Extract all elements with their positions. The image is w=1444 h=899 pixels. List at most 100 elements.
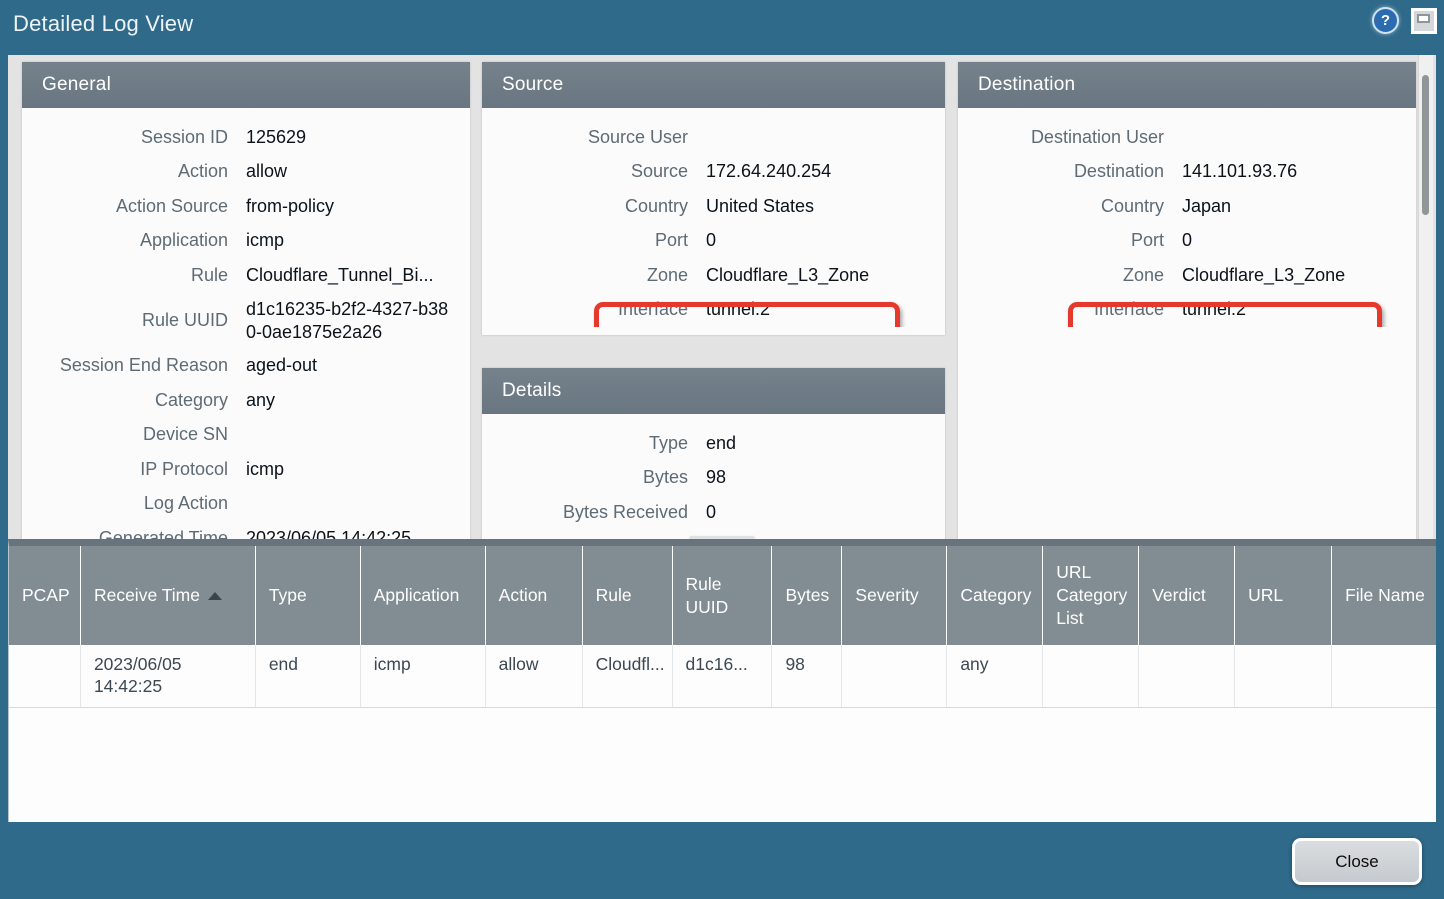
field-row-ip-protocol: IP Protocol icmp [22,452,470,487]
cell-file-name [1332,645,1436,707]
field-row-rule-uuid: Rule UUID d1c16235-b2f2-4327-b380-0ae187… [22,293,470,349]
column-header-category[interactable]: Category [947,546,1043,645]
panels-scrollbar[interactable] [1418,55,1433,539]
column-header-severity[interactable]: Severity [842,546,947,645]
field-row-device-sn: Device SN [22,418,470,453]
maximize-window-icon-inner [1417,14,1430,23]
column-header-application[interactable]: Application [361,546,486,645]
cell-url [1235,645,1332,707]
field-label: Category [22,390,228,411]
table-row[interactable]: 2023/06/05 14:42:25 end icmp allow Cloud… [9,645,1436,708]
close-button[interactable]: Close [1292,838,1422,885]
destination-panel-header: Destination [958,62,1416,108]
field-label: Source [482,161,688,182]
column-header-label: PCAP [22,584,70,607]
general-panel: General Session ID 125629 Action allow A… [22,62,470,539]
column-header-label: Verdict [1152,584,1206,607]
field-row-destination: Destination 141.101.93.76 [958,155,1416,190]
field-label: Log Action [22,493,228,514]
field-value: 98 [706,467,726,488]
maximize-window-icon[interactable] [1411,8,1437,34]
field-label: Rule UUID [22,310,228,331]
field-value: aged-out [246,355,317,376]
field-value: 172.64.240.254 [706,161,831,182]
source-panel: Source Source User Source 172.64.240.254… [482,62,945,335]
panels-scrollbar-thumb[interactable] [1422,75,1429,215]
column-header-receive-time[interactable]: Receive Time [81,546,256,645]
field-label: Generated Time [22,528,228,539]
column-header-rule[interactable]: Rule [583,546,673,645]
column-header-label: Category [960,584,1031,607]
cell-verdict [1139,645,1235,707]
column-header-rule-uuid[interactable]: Rule UUID [673,546,773,645]
cell-action: allow [486,645,583,707]
cell-type: end [256,645,361,707]
cell-severity [842,645,947,707]
field-value: allow [246,161,287,182]
cell-url-category-list [1043,645,1139,707]
field-label: Interface [482,299,688,320]
field-row-source: Source 172.64.240.254 [482,155,945,190]
field-row-source-user: Source User [482,120,945,155]
column-header-label: URL [1248,584,1283,607]
details-panel-body: Type end Bytes 98 Bytes Received 0 [482,414,945,530]
field-label: Device SN [22,424,228,445]
column-header-bytes[interactable]: Bytes [772,546,842,645]
field-value: Cloudflare_L3_Zone [1182,265,1345,286]
field-row-interface: Interface tunnel.2 [482,293,945,328]
field-value: Japan [1182,196,1231,217]
help-icon[interactable]: ? [1372,7,1399,34]
field-label: Bytes [482,467,688,488]
column-header-verdict[interactable]: Verdict [1139,546,1235,645]
field-value: tunnel.2 [706,299,770,320]
column-header-url[interactable]: URL [1235,546,1332,645]
column-header-file-name[interactable]: File Name [1332,546,1436,645]
column-header-label: Type [269,584,307,607]
field-value: 141.101.93.76 [1182,161,1297,182]
field-label: IP Protocol [22,459,228,480]
field-value: icmp [246,459,284,480]
field-row-country: Country United States [482,189,945,224]
cell-pcap [9,645,81,707]
details-panel-header: Details [482,368,945,414]
field-row-interface: Interface tunnel.2 [958,293,1416,328]
field-row-zone: Zone Cloudflare_L3_Zone [958,258,1416,293]
column-header-url-category-list[interactable]: URL Category List [1043,546,1139,645]
column-header-label: File Name [1345,584,1425,607]
field-label: Port [958,230,1164,251]
field-label: Session ID [22,127,228,148]
field-label: Destination [958,161,1164,182]
field-label: Zone [482,265,688,286]
field-row-application: Application icmp [22,224,470,259]
field-label: Action Source [22,196,228,217]
details-panel: Details Type end Bytes 98 Bytes Received… [482,368,945,539]
dialog-titlebar: Detailed Log View ? [0,0,1444,55]
destination-panel: Destination Destination User Destination… [958,62,1416,539]
field-label: Type [482,433,688,454]
field-row-country: Country Japan [958,189,1416,224]
column-header-label: Receive Time [94,584,200,607]
column-header-label: Severity [855,584,918,607]
source-panel-header: Source [482,62,945,108]
field-value: 0 [1182,230,1192,251]
field-label: Destination User [958,127,1164,148]
cell-rule: Cloudfl... [583,645,673,707]
field-label: Interface [958,299,1164,320]
field-row-rule: Rule Cloudflare_Tunnel_Bi... [22,258,470,293]
field-value: Cloudflare_L3_Zone [706,265,869,286]
field-label: Source User [482,127,688,148]
field-row-bytes: Bytes 98 [482,461,945,496]
field-label: Action [22,161,228,182]
cell-application: icmp [361,645,486,707]
page-title: Detailed Log View [13,11,193,37]
field-label: Session End Reason [22,355,228,376]
field-label: Application [22,230,228,251]
column-header-action[interactable]: Action [486,546,583,645]
field-row-destination-user: Destination User [958,120,1416,155]
column-header-type[interactable]: Type [256,546,361,645]
column-header-pcap[interactable]: PCAP [9,546,81,645]
field-value: icmp [246,230,284,251]
column-header-label: Rule [596,584,632,607]
column-header-label: URL Category List [1056,561,1132,629]
field-row-session-end-reason: Session End Reason aged-out [22,349,470,384]
